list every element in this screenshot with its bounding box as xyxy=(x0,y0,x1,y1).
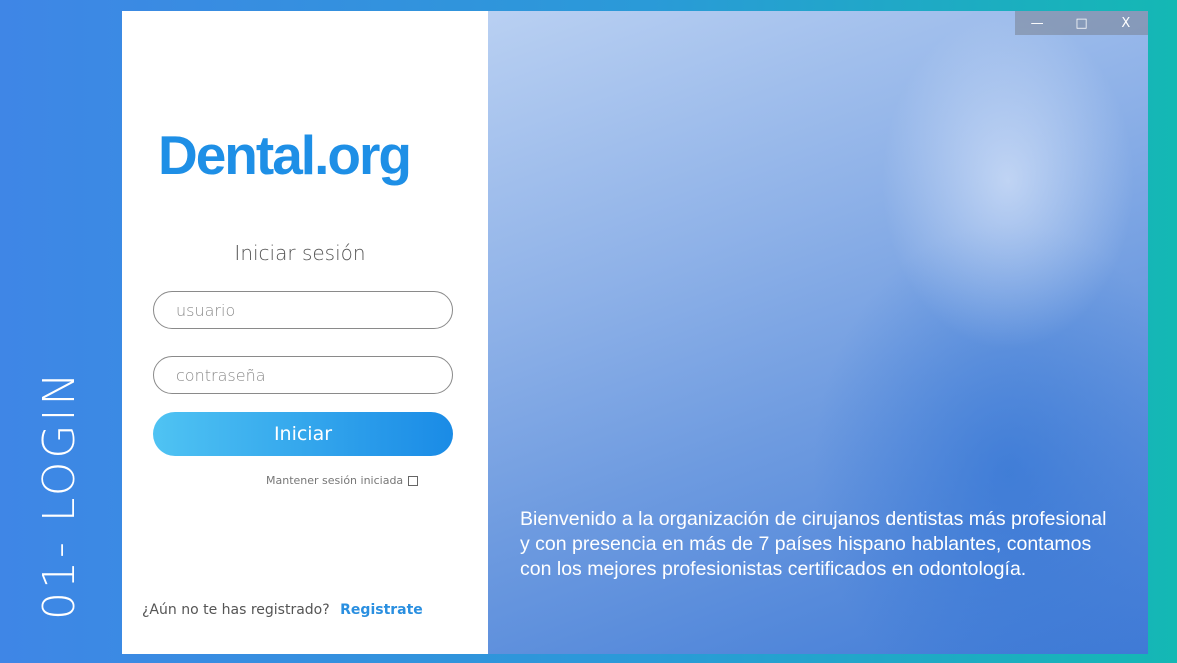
username-input[interactable] xyxy=(174,292,438,328)
register-link[interactable]: Registrate xyxy=(340,602,423,618)
login-window: Dental.org Iniciar sesión Iniciar Manten… xyxy=(122,11,1148,654)
login-button[interactable]: Iniciar xyxy=(153,412,453,456)
hero-image-panel: — □ X Bienvenido a la organización de ci… xyxy=(488,11,1148,654)
username-field[interactable] xyxy=(153,291,453,329)
window-controls: — □ X xyxy=(1015,11,1148,35)
minimize-icon[interactable]: — xyxy=(1022,16,1052,31)
maximize-icon[interactable]: □ xyxy=(1066,16,1096,31)
keep-session-checkbox[interactable] xyxy=(408,475,419,486)
login-panel: Dental.org Iniciar sesión Iniciar Manten… xyxy=(122,11,488,654)
password-input[interactable] xyxy=(174,357,438,393)
welcome-text: Bienvenido a la organización de cirujano… xyxy=(520,508,1107,580)
register-row: ¿Aún no te has registrado? Registrate xyxy=(142,602,423,618)
password-field[interactable] xyxy=(153,356,453,394)
login-title: Iniciar sesión xyxy=(234,241,366,265)
keep-session-label: Mantener sesión iniciada xyxy=(266,474,404,487)
keep-session-row[interactable]: Mantener sesión iniciada xyxy=(266,474,419,487)
register-prompt: ¿Aún no te has registrado? xyxy=(142,602,330,618)
brand-logo: Dental.org xyxy=(158,124,412,186)
slide-label: 01- LOGIN xyxy=(34,369,85,620)
close-icon[interactable]: X xyxy=(1111,16,1141,31)
